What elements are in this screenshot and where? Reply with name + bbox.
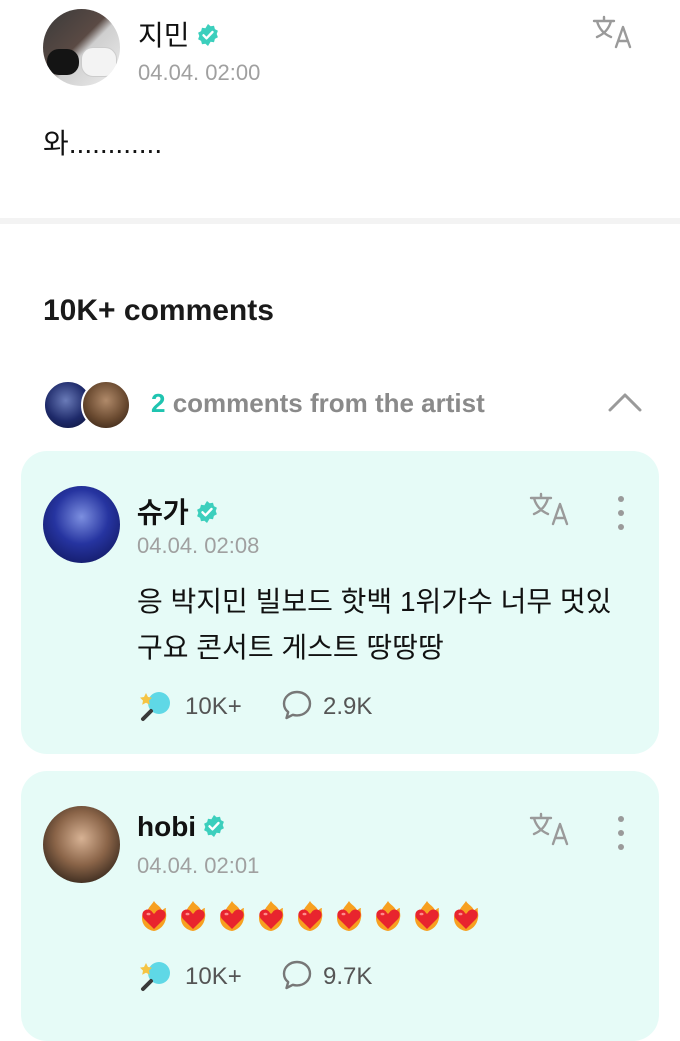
post-author-name[interactable]: 지민: [138, 14, 220, 54]
lightstick-like-icon[interactable]: [137, 957, 173, 993]
translate-icon[interactable]: [529, 491, 573, 527]
speech-bubble-icon[interactable]: [281, 689, 313, 721]
comment-author-name-text: hobi: [137, 811, 197, 842]
post: 지민 04.04. 02:00 와............: [0, 0, 680, 218]
comment-author-name[interactable]: hobi: [137, 811, 226, 843]
lightstick-like-icon[interactable]: [137, 687, 173, 723]
heart-on-fire-emoji: [376, 901, 401, 931]
like-count: 10K+: [185, 963, 242, 990]
comments-count-title: 10K+ comments: [43, 294, 274, 327]
reply-count: 2.9K: [323, 693, 373, 720]
avatar-figure-left: [47, 49, 79, 75]
artist-comments-count: 2: [151, 388, 166, 418]
artist-comments-label: 2 comments from the artist: [151, 388, 485, 419]
chevron-up-icon[interactable]: [607, 390, 643, 414]
more-vertical-icon[interactable]: [613, 493, 629, 533]
heart-on-fire-emoji: [220, 901, 245, 931]
heart-on-fire-emoji: [259, 901, 284, 931]
comment-author-avatar[interactable]: [43, 806, 120, 883]
verified-check-icon: [197, 23, 218, 46]
heart-on-fire-emoji: [337, 901, 362, 931]
artist-comments-toggle[interactable]: 2 comments from the artist: [43, 378, 643, 430]
more-vertical-icon[interactable]: [613, 813, 629, 853]
heart-on-fire-emoji: [181, 901, 206, 931]
heart-on-fire-emoji: [454, 901, 479, 931]
heart-on-fire-emoji: [298, 901, 323, 931]
artist-comment-card: hobi 04.04. 02:01 10K+ 9.7K: [21, 771, 659, 1041]
comment-timestamp: 04.04. 02:01: [137, 853, 260, 878]
reply-count: 9.7K: [323, 963, 373, 990]
comment-author-name[interactable]: 슈가: [137, 491, 219, 531]
avatar-figure-right: [81, 47, 117, 77]
verified-check-icon: [196, 500, 217, 523]
post-author-name-text: 지민: [138, 20, 190, 51]
heart-on-fire-emoji: [142, 901, 167, 931]
comment-body-emoji: [137, 899, 488, 939]
section-divider: [0, 218, 680, 224]
comment-timestamp: 04.04. 02:08: [137, 533, 260, 558]
verified-check-icon: [204, 814, 224, 837]
artist-comments-text: comments from the artist: [165, 388, 485, 418]
post-body: 와............: [43, 128, 163, 159]
comment-author-name-text: 슈가: [137, 497, 189, 528]
artist-comment-card: 슈가 04.04. 02:08 응 박지민 빌보드 핫백 1위가수 너무 멋있구…: [21, 451, 659, 754]
artist-avatar-2: [81, 380, 131, 430]
translate-icon[interactable]: [592, 14, 636, 50]
comment-author-avatar[interactable]: [43, 486, 120, 563]
translate-icon[interactable]: [529, 811, 573, 847]
like-count: 10K+: [185, 693, 242, 720]
post-timestamp: 04.04. 02:00: [138, 60, 261, 85]
speech-bubble-icon[interactable]: [281, 959, 313, 991]
heart-on-fire-emoji: [415, 901, 440, 931]
post-author-avatar[interactable]: [43, 9, 120, 86]
comment-body: 응 박지민 빌보드 핫백 1위가수 너무 멋있구요 콘서트 게스트 땅땅땅: [137, 586, 612, 663]
